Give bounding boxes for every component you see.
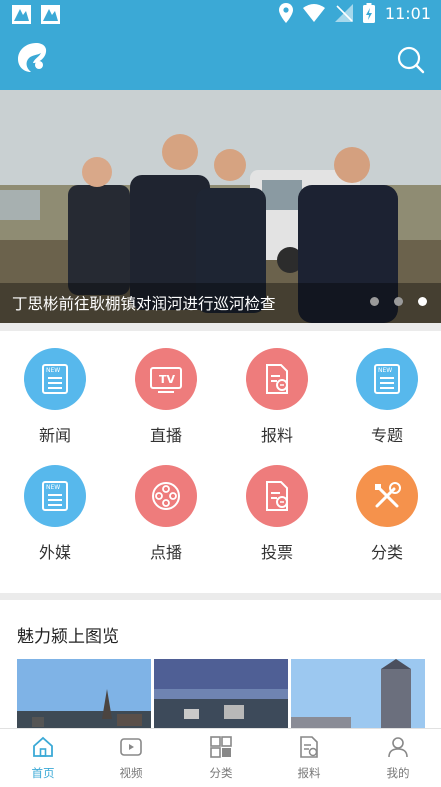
film-reel-icon xyxy=(135,465,197,527)
category-grid: NEW 新闻 TV 直播 报料 NEW 专题 NEW 外媒 点播 投票 分类 xyxy=(0,331,441,593)
carousel-dot-active[interactable] xyxy=(418,297,427,306)
grid-label: 点播 xyxy=(149,543,182,562)
wifi-icon xyxy=(302,4,325,22)
nav-home[interactable]: 首页 xyxy=(8,735,78,781)
grid-label: 外媒 xyxy=(38,543,71,562)
report-doc-icon xyxy=(246,465,308,527)
gallery-image[interactable] xyxy=(291,659,425,731)
report-icon xyxy=(300,736,318,758)
news-icon: NEW xyxy=(24,348,86,410)
grid-item-foreign-media[interactable]: NEW 外媒 xyxy=(5,465,105,563)
carousel-dot[interactable] xyxy=(370,297,379,306)
grid-item-vote[interactable]: 投票 xyxy=(227,465,327,563)
nav-label: 报料 xyxy=(297,766,321,780)
grid-item-live[interactable]: TV 直播 xyxy=(116,348,216,446)
news-icon: NEW xyxy=(24,465,86,527)
grid-label: 投票 xyxy=(260,543,293,562)
carousel-dot[interactable] xyxy=(394,297,403,306)
search-button[interactable] xyxy=(395,44,427,76)
notification-app-icon xyxy=(12,5,31,24)
nav-label: 首页 xyxy=(31,766,55,780)
nav-report[interactable]: 报料 xyxy=(274,735,344,781)
grid-item-special[interactable]: NEW 专题 xyxy=(337,348,437,446)
banner-caption: 丁思彬前往耿棚镇对润河进行巡河检查 xyxy=(12,295,276,313)
app-header xyxy=(0,30,441,90)
grid-label: 新闻 xyxy=(38,426,71,445)
tools-icon xyxy=(356,465,418,527)
status-time: 11:01 xyxy=(384,3,431,23)
gallery-image[interactable] xyxy=(154,659,288,731)
banner-carousel[interactable]: 丁思彬前往耿棚镇对润河进行巡河检查 xyxy=(0,90,441,323)
svg-text:NEW: NEW xyxy=(46,484,60,491)
bottom-nav: 首页 视频 分类 报料 我的 xyxy=(0,728,441,787)
no-signal-icon xyxy=(334,4,353,22)
category-grid-icon xyxy=(210,736,232,758)
nav-label: 视频 xyxy=(119,766,143,780)
tv-icon: TV xyxy=(135,348,197,410)
report-doc-icon xyxy=(246,348,308,410)
status-bar: 11:01 xyxy=(0,0,441,30)
video-icon xyxy=(120,738,142,756)
grid-label: 直播 xyxy=(149,426,182,445)
carousel-indicator xyxy=(370,297,427,306)
nav-category[interactable]: 分类 xyxy=(186,735,256,781)
svg-text:TV: TV xyxy=(159,373,176,386)
battery-icon xyxy=(362,3,375,23)
system-status: 11:01 xyxy=(278,3,431,23)
news-icon: NEW xyxy=(356,348,418,410)
nav-label: 我的 xyxy=(386,766,410,780)
grid-label: 分类 xyxy=(370,543,403,562)
app-logo[interactable] xyxy=(14,40,50,76)
grid-item-on-demand[interactable]: 点播 xyxy=(116,465,216,563)
home-icon xyxy=(33,736,53,757)
profile-icon xyxy=(388,737,408,758)
grid-item-report[interactable]: 报料 xyxy=(227,348,327,446)
svg-text:NEW: NEW xyxy=(46,367,60,374)
nav-label: 分类 xyxy=(209,766,233,780)
banner-caption-bar: 丁思彬前往耿棚镇对润河进行巡河检查 xyxy=(0,283,441,323)
nav-profile[interactable]: 我的 xyxy=(363,735,433,781)
location-icon xyxy=(278,3,293,23)
nav-video[interactable]: 视频 xyxy=(96,735,166,781)
gallery-title: 魅力颍上图览 xyxy=(17,627,119,647)
grid-item-news[interactable]: NEW 新闻 xyxy=(5,348,105,446)
grid-item-category[interactable]: 分类 xyxy=(337,465,437,563)
gallery-image[interactable] xyxy=(17,659,151,731)
search-icon xyxy=(397,46,425,74)
svg-text:NEW: NEW xyxy=(378,367,392,374)
grid-label: 报料 xyxy=(260,426,293,445)
grid-label: 专题 xyxy=(370,426,403,445)
notification-icons xyxy=(12,5,60,24)
notification-app-icon xyxy=(41,5,60,24)
